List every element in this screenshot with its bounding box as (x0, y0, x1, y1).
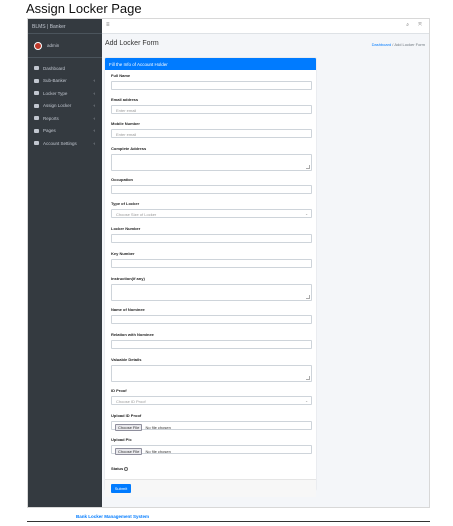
users-icon (34, 78, 39, 83)
breadcrumb-dashboard-link[interactable]: Dashboard (372, 42, 392, 47)
locker-type-label: Type of Locker (111, 201, 140, 206)
sidebar-item-label: Dashboard (43, 65, 66, 71)
sidebar-nav: Dashboard Sub-Banker ‹ Locker Type ‹ Ass… (28, 58, 102, 150)
card-header: Fill the Info of Account Holder (105, 58, 316, 70)
chevron-left-icon: ‹ (93, 103, 96, 109)
status-field: Status (111, 466, 129, 471)
footer-link[interactable]: Bank Locker Management System (76, 514, 149, 519)
nominee-name-input[interactable] (111, 315, 312, 324)
email-label: Email address (111, 97, 139, 102)
instruction-label: Instruction(if any) (111, 276, 145, 281)
mobile-input[interactable]: Enter email (111, 129, 312, 138)
card-footer: Submit (105, 479, 316, 497)
brand-link[interactable]: BLMS | Banker (28, 19, 102, 34)
file-icon (34, 128, 39, 133)
sidebar-item-dashboard[interactable]: Dashboard (28, 62, 102, 75)
sidebar: BLMS | Banker admin Dashboard Sub-Banker… (28, 19, 102, 507)
sidebar-item-reports[interactable]: Reports ‹ (28, 112, 102, 125)
locker-type-selected: Choose Size of Locker (116, 212, 157, 217)
chevron-down-icon: ⌄ (305, 399, 308, 403)
sidebar-item-label: Sub-Banker (43, 78, 67, 84)
users-icon (34, 91, 39, 96)
submit-button[interactable]: Submit (111, 484, 131, 493)
file-status: No file chosen (145, 424, 171, 430)
valuable-label: Valuable Details (111, 357, 142, 362)
table-icon (34, 116, 39, 121)
full-name-label: Full Name (111, 73, 131, 78)
sidebar-item-label: Account Settings (43, 140, 77, 146)
occupation-label: Occupation (111, 177, 134, 182)
page-title: Add Locker Form (105, 40, 159, 47)
file-status: No file chosen (145, 448, 171, 454)
avatar (34, 41, 42, 50)
key-number-input[interactable] (111, 259, 312, 268)
chevron-left-icon: ‹ (93, 115, 96, 121)
instruction-textarea[interactable] (111, 284, 312, 301)
breadcrumb: Dashboard / Add Locker Form (372, 42, 425, 47)
main-content: Add Locker Form Dashboard / Add Locker F… (102, 34, 429, 507)
sidebar-item-label: Reports (43, 115, 59, 121)
sidebar-item-pages[interactable]: Pages ‹ (28, 125, 102, 138)
upload-pic-file-input[interactable]: Choose File No file chosen (111, 445, 312, 455)
top-navbar: ≡ ⌕ ⤧ (102, 19, 429, 34)
id-proof-label: ID Proof (111, 388, 127, 393)
dashboard-icon (34, 66, 39, 71)
sidebar-item-label: Pages (43, 128, 56, 134)
sidebar-item-account-settings[interactable]: Account Settings ‹ (28, 137, 102, 150)
sidebar-item-locker-type[interactable]: Locker Type ‹ (28, 87, 102, 100)
sidebar-item-label: Locker Type (43, 90, 68, 96)
status-toggle[interactable] (124, 466, 129, 471)
occupation-input[interactable] (111, 185, 312, 194)
address-label: Complete Address (111, 146, 147, 151)
upload-pic-label: Upload Pic (111, 437, 132, 442)
key-number-label: Key Number (111, 251, 135, 256)
id-proof-select[interactable]: Choose ID Proof ⌄ (111, 396, 312, 405)
users-icon (34, 141, 39, 146)
app-screenshot: BLMS | Banker admin Dashboard Sub-Banker… (27, 18, 430, 508)
chevron-left-icon: ‹ (93, 128, 96, 134)
address-textarea[interactable] (111, 154, 312, 171)
menu-icon[interactable]: ≡ (106, 22, 110, 28)
chevron-left-icon: ‹ (93, 140, 96, 146)
sidebar-item-sub-banker[interactable]: Sub-Banker ‹ (28, 75, 102, 88)
id-proof-selected: Choose ID Proof (116, 399, 146, 404)
upload-id-file-input[interactable]: Choose File No file chosen (111, 421, 312, 431)
status-label: Status (111, 466, 124, 471)
locker-number-input[interactable] (111, 234, 312, 243)
email-input[interactable]: Enter email (111, 105, 312, 114)
document-title: Assign Locker Page (26, 1, 142, 16)
chevron-left-icon: ‹ (93, 90, 96, 96)
sidebar-item-label: Assign Locker (43, 103, 72, 109)
locker-number-label: Locker Number (111, 226, 141, 231)
full-name-input[interactable] (111, 81, 312, 90)
nominee-name-label: Name of Nominee (111, 307, 145, 312)
choose-file-button[interactable]: Choose File (115, 447, 143, 455)
user-name: admin (47, 43, 60, 48)
search-icon[interactable]: ⌕ (406, 22, 409, 28)
breadcrumb-current: Add Locker Form (394, 42, 425, 47)
chevron-left-icon: ‹ (93, 78, 96, 84)
file-icon (34, 103, 39, 108)
locker-form-card: Fill the Info of Account Holder Full Nam… (105, 58, 316, 497)
user-panel[interactable]: admin (28, 34, 102, 58)
mobile-label: Mobile Number (111, 121, 140, 126)
chevron-down-icon: ⌄ (305, 212, 308, 216)
sidebar-item-assign-locker[interactable]: Assign Locker ‹ (28, 100, 102, 113)
fullscreen-icon[interactable]: ⤧ (418, 22, 422, 28)
upload-id-label: Upload ID Proof (111, 413, 142, 418)
nominee-relation-label: Relation with Nominee (111, 332, 154, 337)
choose-file-button[interactable]: Choose File (115, 423, 143, 431)
valuable-textarea[interactable] (111, 365, 312, 382)
divider (27, 521, 430, 522)
locker-type-select[interactable]: Choose Size of Locker ⌄ (111, 209, 312, 218)
nominee-relation-input[interactable] (111, 340, 312, 349)
